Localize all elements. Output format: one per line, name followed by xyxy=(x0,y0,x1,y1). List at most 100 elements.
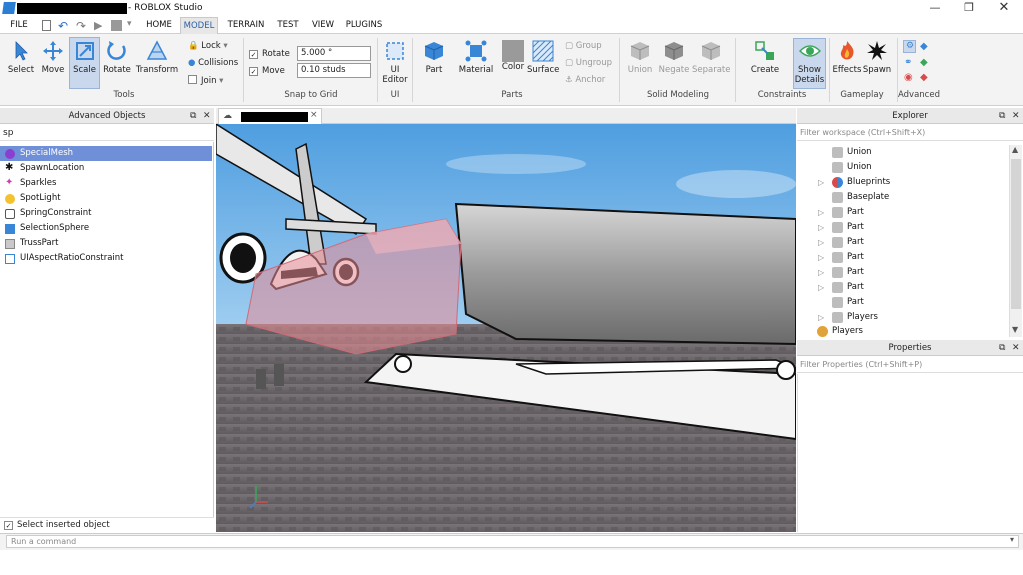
place-tab[interactable]: ☁ × xyxy=(218,108,322,124)
blue-script-icon[interactable]: ◆ xyxy=(920,41,928,52)
ui-editor-button[interactable]: UI Editor xyxy=(380,40,410,85)
join-checkbox[interactable] xyxy=(188,75,197,84)
close-panel-icon[interactable]: ✕ xyxy=(1012,340,1020,356)
close-icon[interactable]: ✕ xyxy=(995,1,1013,15)
tree-item-part[interactable]: ▷ Part xyxy=(818,205,864,220)
tree-item-players[interactable]: Players xyxy=(817,324,863,339)
list-item-sparkles[interactable]: ✦ Sparkles xyxy=(0,176,212,191)
tree-item-part[interactable]: ▷ Part xyxy=(818,280,864,295)
3d-viewport[interactable] xyxy=(216,124,796,532)
spawn-button[interactable]: Spawn xyxy=(862,40,892,75)
material-button[interactable]: Material xyxy=(458,40,494,75)
menu-home[interactable]: HOME xyxy=(143,17,175,34)
restore-icon[interactable]: ❐ xyxy=(960,1,978,15)
color-button[interactable]: Color xyxy=(498,40,528,72)
scroll-down-icon[interactable]: ▼ xyxy=(1012,325,1018,334)
rotate-increment-input[interactable]: 5.000 ° xyxy=(297,46,371,61)
scroll-thumb[interactable] xyxy=(1011,159,1021,309)
close-panel-icon[interactable]: ✕ xyxy=(1012,108,1020,124)
transform-button[interactable]: Transform xyxy=(134,40,180,75)
menu-model[interactable]: MODEL xyxy=(180,17,218,34)
undo-icon[interactable]: ↶ xyxy=(58,19,68,33)
list-item-specialmesh[interactable]: SpecialMesh xyxy=(0,146,212,161)
expand-arrow-icon[interactable]: ▷ xyxy=(818,235,824,250)
create-constraint-button[interactable]: Create xyxy=(748,40,782,75)
tree-item-part[interactable]: ▷ Players xyxy=(818,310,878,325)
anchor-button[interactable]: ⚓ Anchor xyxy=(565,75,605,85)
properties-filter-input[interactable]: Filter Properties (Ctrl+Shift+P) xyxy=(797,357,1023,373)
tree-item-part[interactable]: Part xyxy=(832,295,864,310)
menu-file[interactable]: FILE xyxy=(4,17,34,34)
rotate-button[interactable]: Rotate xyxy=(101,40,133,75)
rotate-snap-toggle[interactable]: ✓ Rotate xyxy=(249,49,290,59)
expand-arrow-icon[interactable]: ▷ xyxy=(818,175,824,190)
tree-item-part[interactable]: ▷ Part xyxy=(818,220,864,235)
link-icon[interactable]: ⚭ xyxy=(904,57,912,68)
list-item-trusspart[interactable]: TrussPart xyxy=(0,236,212,251)
show-details-button[interactable]: Show Details xyxy=(793,40,826,85)
minimize-icon[interactable]: — xyxy=(926,1,944,15)
part-button[interactable]: Part xyxy=(416,40,452,75)
scale-button[interactable]: Scale xyxy=(69,40,100,75)
close-panel-icon[interactable]: ✕ xyxy=(203,108,211,124)
advanced-objects-search-input[interactable]: sp xyxy=(0,125,214,141)
select-inserted-checkbox[interactable]: ✓ xyxy=(4,521,13,530)
green-script-icon[interactable]: ◆ xyxy=(920,57,928,68)
move-button[interactable]: Move xyxy=(38,40,68,75)
tree-item-part[interactable]: ▷ Part xyxy=(818,250,864,265)
separate-button[interactable]: Separate xyxy=(692,40,731,75)
rotate-snap-checkbox[interactable]: ✓ xyxy=(249,50,258,59)
tree-item-part[interactable]: ▷ Part xyxy=(818,235,864,250)
explorer-filter-input[interactable]: Filter workspace (Ctrl+Shift+X) xyxy=(797,125,1023,141)
list-item-spotlight[interactable]: SpotLight xyxy=(0,191,212,206)
tab-close-icon[interactable]: × xyxy=(310,110,318,120)
undock-icon[interactable]: ⧉ xyxy=(190,108,196,124)
expand-arrow-icon[interactable]: ▷ xyxy=(818,220,824,235)
red-group-icon[interactable]: ◉ xyxy=(904,72,913,83)
effects-button[interactable]: Effects xyxy=(832,40,862,75)
menu-plugins[interactable]: PLUGINS xyxy=(343,17,385,34)
list-item-spawnlocation[interactable]: ✱ SpawnLocation xyxy=(0,161,212,176)
move-increment-input[interactable]: 0.10 studs xyxy=(297,63,371,78)
undock-icon[interactable]: ⧉ xyxy=(999,340,1005,356)
select-button[interactable]: Select xyxy=(5,40,37,75)
collisions-toggle[interactable]: ● Collisions xyxy=(188,58,238,68)
menu-test[interactable]: TEST xyxy=(274,17,302,34)
explorer-scrollbar[interactable]: ▲ ▼ xyxy=(1009,145,1022,337)
join-toggle[interactable]: Join ▾ xyxy=(188,75,223,86)
expand-arrow-icon[interactable]: ▷ xyxy=(818,280,824,295)
tree-item-part[interactable]: ▷ Part xyxy=(818,265,864,280)
move-snap-checkbox[interactable]: ✓ xyxy=(249,67,258,76)
undock-icon[interactable]: ⧉ xyxy=(999,108,1005,124)
ungroup-button[interactable]: ▢ Ungroup xyxy=(565,58,612,68)
new-file-icon[interactable] xyxy=(42,20,51,31)
tree-item-union[interactable]: Union xyxy=(832,145,872,160)
move-snap-toggle[interactable]: ✓ Move xyxy=(249,66,285,76)
redo-icon[interactable]: ↷ xyxy=(76,19,86,33)
tree-item-baseplate[interactable]: Baseplate xyxy=(832,190,889,205)
select-inserted-toggle[interactable]: ✓ Select inserted object xyxy=(0,517,214,532)
expand-arrow-icon[interactable]: ▷ xyxy=(818,310,824,325)
list-item-uiaspectratioconstraint[interactable]: UIAspectRatioConstraint xyxy=(0,251,212,266)
tree-item-union[interactable]: Union xyxy=(832,160,872,175)
expand-arrow-icon[interactable]: ▷ xyxy=(818,250,824,265)
list-item-springconstraint[interactable]: SpringConstraint xyxy=(0,206,212,221)
lock-toggle[interactable]: 🔒 Lock ▾ xyxy=(188,41,228,51)
group-button[interactable]: ▢ Group xyxy=(565,41,602,51)
command-dropdown-icon[interactable]: ▾ xyxy=(1010,535,1014,544)
red-script-icon[interactable]: ◆ xyxy=(920,72,928,83)
command-input[interactable]: Run a command xyxy=(6,535,1019,548)
expand-arrow-icon[interactable]: ▷ xyxy=(818,205,824,220)
play-icon[interactable]: ▶ xyxy=(94,19,102,32)
stop-icon[interactable] xyxy=(111,20,122,31)
menu-view[interactable]: VIEW xyxy=(308,17,338,34)
list-item-selectionsphere[interactable]: SelectionSphere xyxy=(0,221,212,236)
expand-arrow-icon[interactable]: ▷ xyxy=(818,265,824,280)
menu-terrain[interactable]: TERRAIN xyxy=(224,17,268,34)
surface-button[interactable]: Surface xyxy=(527,40,559,75)
negate-button[interactable]: Negate xyxy=(657,40,691,75)
union-button[interactable]: Union xyxy=(624,40,656,75)
advanced-objects-toggle[interactable]: ⚙ xyxy=(903,40,916,53)
scroll-up-icon[interactable]: ▲ xyxy=(1012,145,1018,154)
quick-access-menu-icon[interactable]: ▾ xyxy=(127,19,132,29)
